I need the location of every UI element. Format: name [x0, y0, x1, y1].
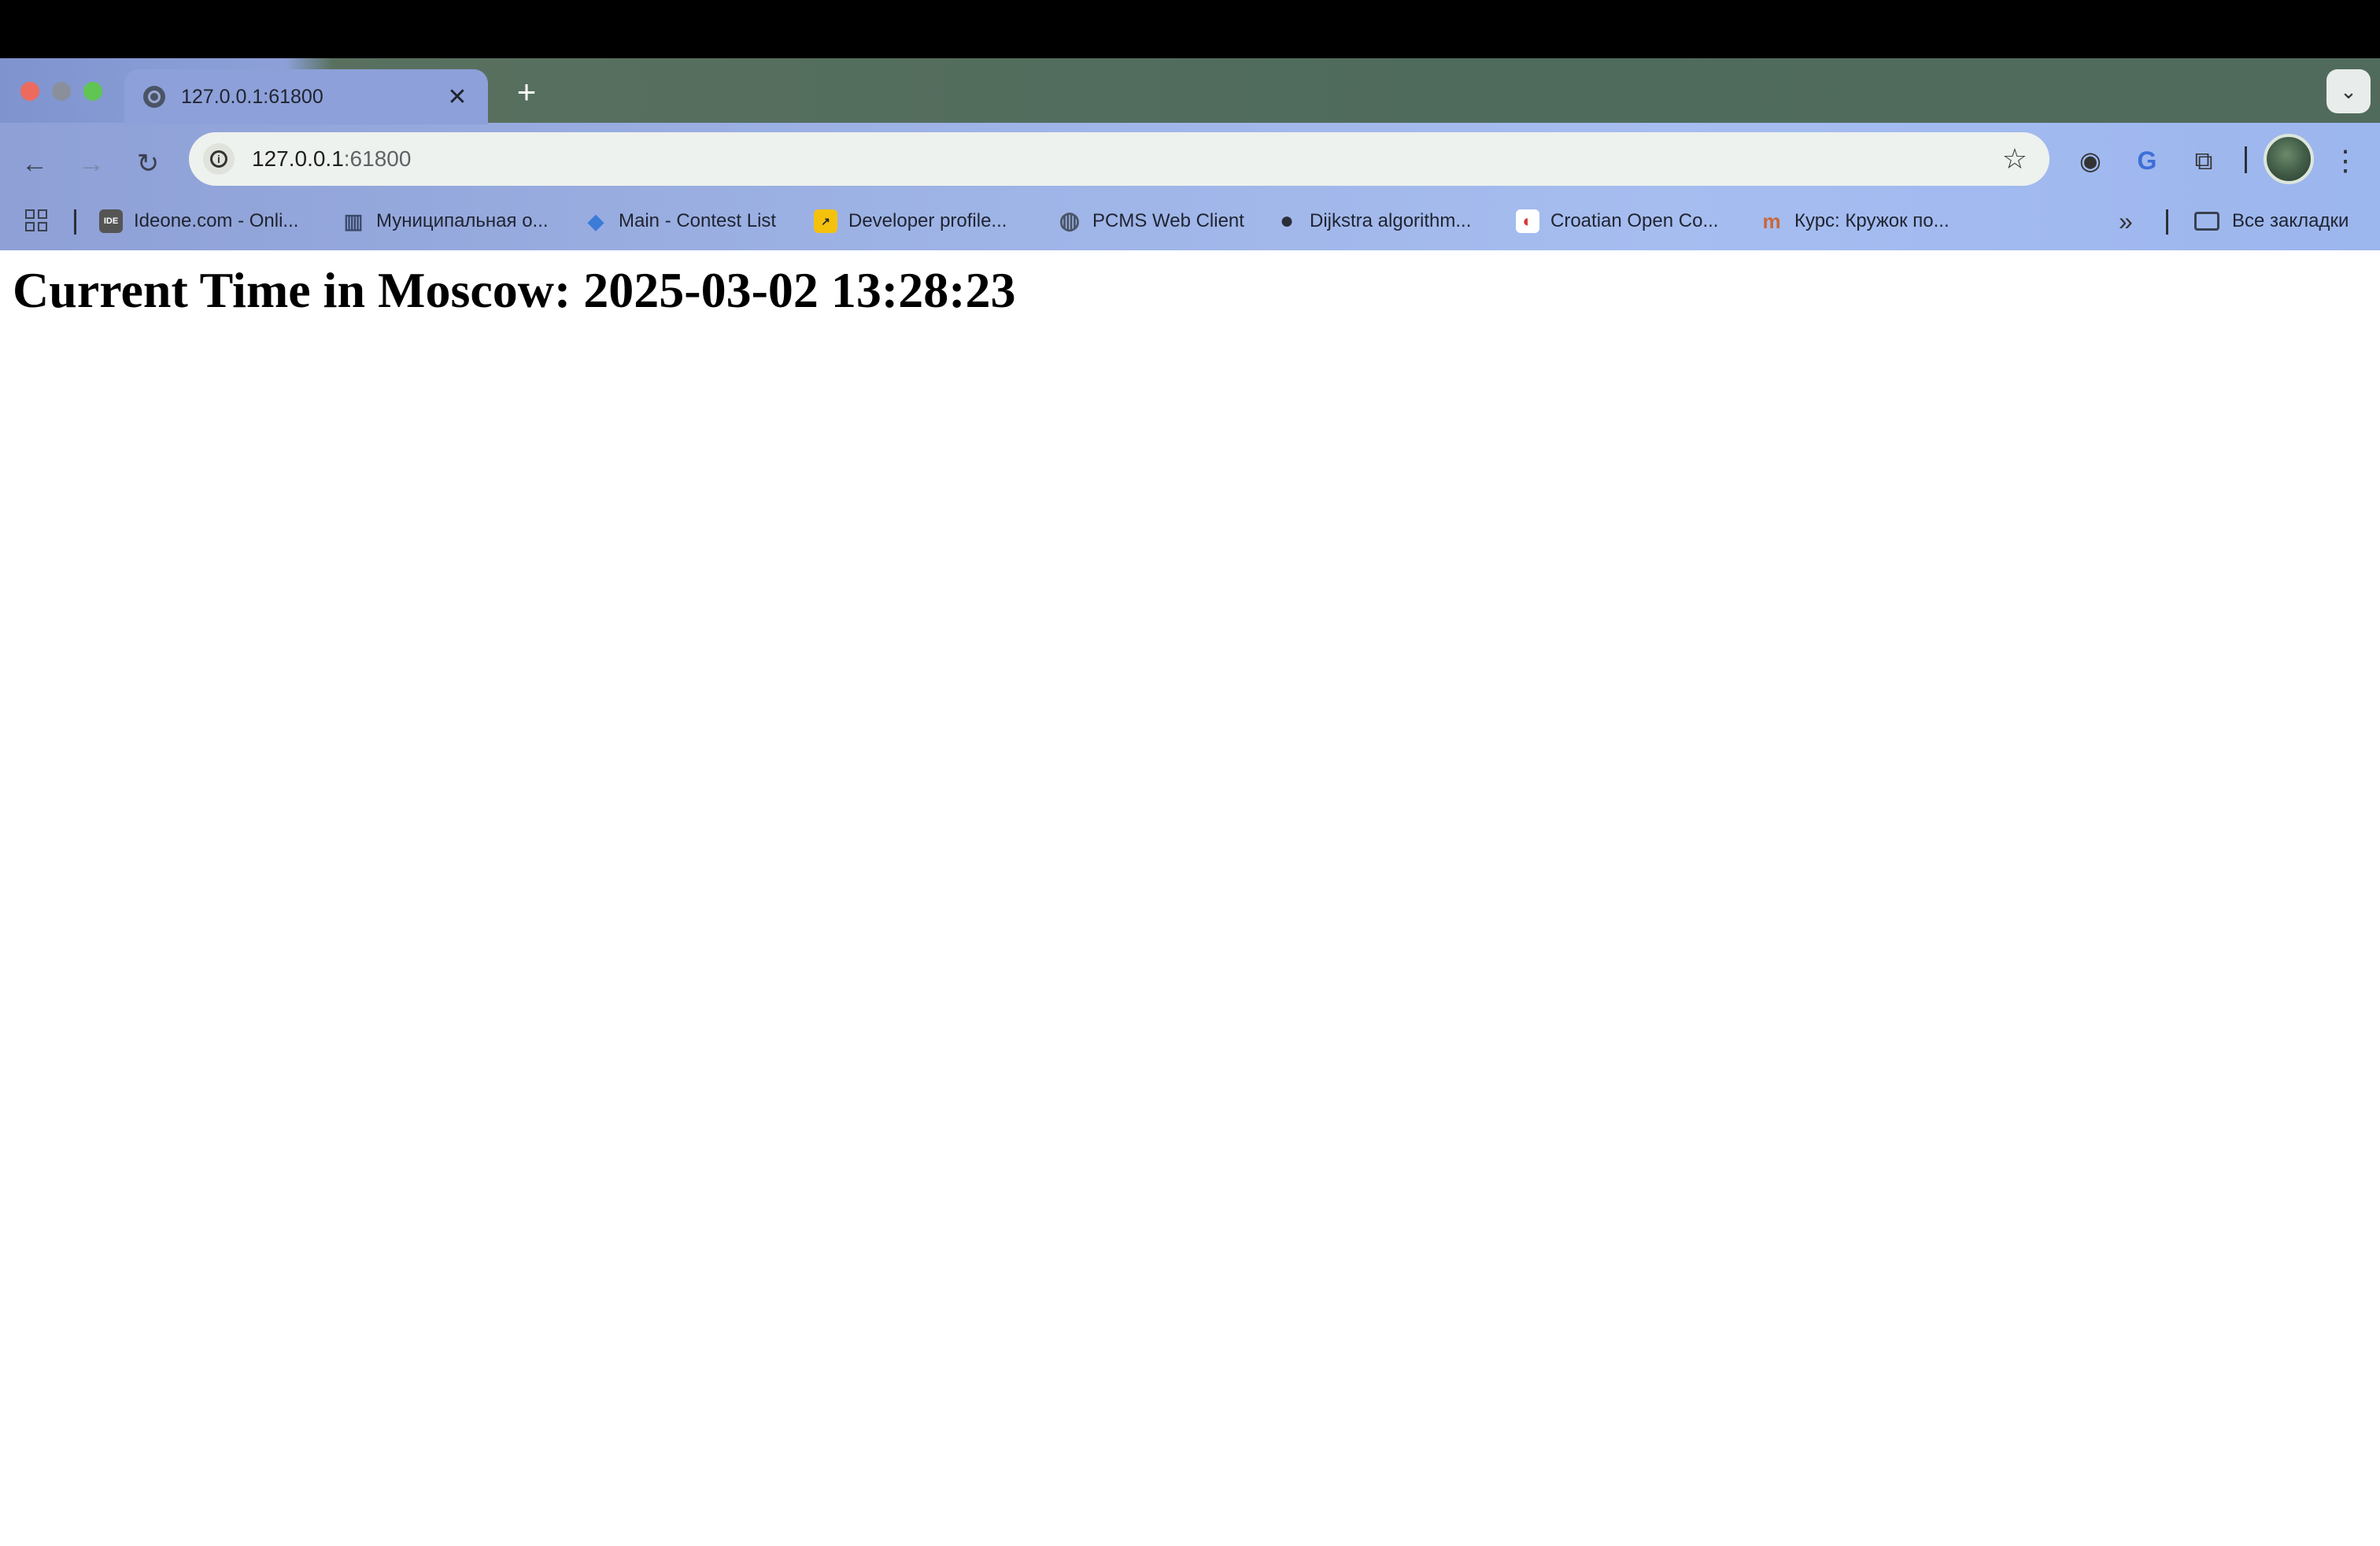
ideone-icon: IDE	[99, 209, 123, 233]
bookmarks-divider	[2166, 209, 2168, 235]
bookmark-item[interactable]: ◐ Croatian Open Co...	[1516, 203, 1718, 239]
site-info-icon[interactable]: i	[203, 143, 235, 175]
globe-icon: ◍	[1059, 208, 1081, 234]
bookmark-label: Developer profile...	[848, 210, 1007, 231]
url-port: :61800	[343, 146, 412, 171]
bookmark-label: PCMS Web Client	[1092, 210, 1244, 231]
bookmark-label: Курс: Кружок по...	[1794, 210, 1949, 231]
more-bookmarks-icon[interactable]: »	[2119, 205, 2133, 238]
macos-menubar	[0, 0, 2380, 58]
bookmark-item[interactable]: ▥ Муниципальная о...	[342, 203, 549, 239]
tab-title: 127.0.0.1:61800	[181, 85, 323, 108]
translate-icon[interactable]: G	[2125, 139, 2169, 183]
bookmark-label: Croatian Open Co...	[1550, 210, 1719, 231]
bookmark-item[interactable]: IDE Ideone.com - Onli...	[99, 203, 298, 239]
page-content: Current Time in Moscow: 2025-03-02 13:28…	[0, 250, 2380, 1546]
bookmark-label: Dijkstra algorithm...	[1310, 210, 1472, 231]
page-heading: Current Time in Moscow: 2025-03-02 13:28…	[13, 262, 1016, 318]
croatian-open-icon: ◐	[1516, 209, 1539, 233]
developer-icon: ↗	[814, 209, 837, 233]
address-bar[interactable]: i 127.0.0.1 :61800 ☆	[189, 132, 2049, 186]
url-host: 127.0.0.1	[252, 146, 344, 171]
course-icon: m	[1762, 209, 1781, 233]
back-button[interactable]: ←	[13, 142, 57, 186]
bookmark-star-icon[interactable]: ☆	[2002, 140, 2027, 178]
bookmark-item[interactable]: ◍ PCMS Web Client	[1058, 203, 1244, 239]
close-tab-icon[interactable]: ✕	[445, 83, 469, 111]
github-icon: ●	[1279, 208, 1295, 234]
globe-icon	[143, 86, 165, 108]
extension-icon[interactable]: ◉	[2068, 139, 2112, 183]
zoom-window-button[interactable]	[83, 82, 102, 101]
bookmark-item[interactable]: ◆ Main - Contest List	[584, 203, 776, 239]
all-bookmarks-button[interactable]: Все закладки	[2194, 203, 2349, 239]
active-tab[interactable]: 127.0.0.1:61800 ✕	[124, 69, 488, 124]
bookmark-label: Ideone.com - Onli...	[134, 210, 299, 231]
toolbar-divider	[2245, 146, 2247, 173]
bookmark-item[interactable]: ↗ Developer profile...	[814, 203, 1007, 239]
tab-search-button[interactable]: ⌄	[2326, 69, 2371, 113]
bookmark-label: Муниципальная о...	[376, 210, 549, 231]
extensions-puzzle-icon[interactable]: ⧉	[2182, 139, 2226, 183]
bookmarks-bar: IDE Ideone.com - Onli... ▥ Муниципальная…	[0, 198, 2380, 244]
building-icon: ▥	[343, 209, 364, 233]
bookmark-label: Main - Contest List	[619, 210, 777, 231]
apps-grid-icon[interactable]	[24, 208, 50, 235]
forward-button[interactable]: →	[69, 142, 113, 186]
bookmark-item[interactable]: m Курс: Кружок по...	[1760, 203, 1949, 239]
bookmarks-divider	[74, 209, 76, 235]
new-tab-button[interactable]: +	[507, 72, 546, 112]
all-bookmarks-label: Все закладки	[2232, 210, 2349, 231]
close-window-button[interactable]	[20, 82, 39, 101]
reload-button[interactable]: ↻	[126, 142, 170, 186]
bookmark-item[interactable]: ● Dijkstra algorithm...	[1275, 203, 1471, 239]
folder-icon	[2194, 212, 2219, 231]
contest-icon: ◆	[588, 209, 604, 233]
profile-avatar[interactable]	[2264, 134, 2314, 184]
browser-menu-icon[interactable]: ⋮	[2326, 139, 2364, 183]
minimize-window-button[interactable]	[52, 82, 71, 101]
